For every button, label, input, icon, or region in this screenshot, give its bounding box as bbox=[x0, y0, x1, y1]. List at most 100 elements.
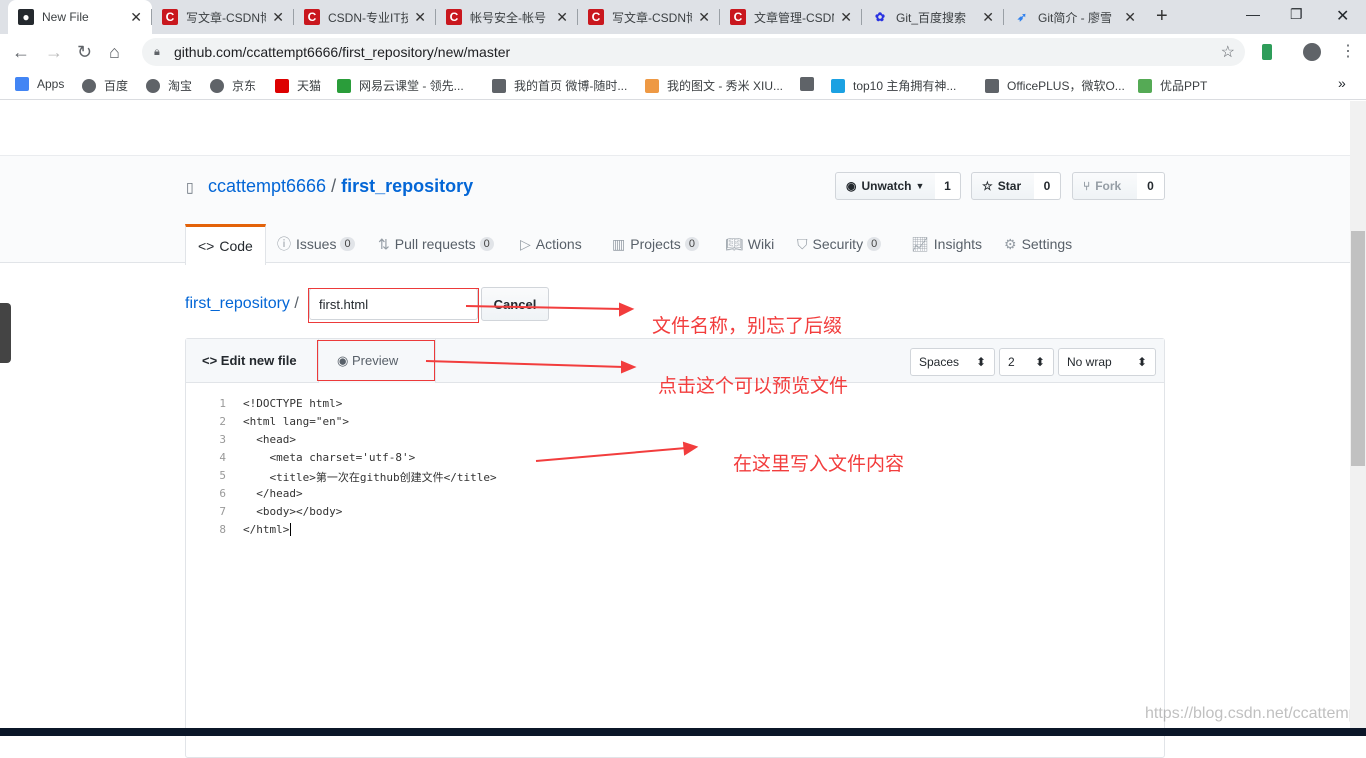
bookmark-icon bbox=[985, 78, 999, 93]
close-tab-icon[interactable]: ✕ bbox=[556, 9, 568, 26]
arrow-content bbox=[535, 447, 687, 462]
csdn-icon: C bbox=[588, 9, 604, 25]
github-page: ▯ ccattempt6666 / first_repository ◉ Unwa… bbox=[0, 101, 1362, 758]
close-tab-icon[interactable]: ✕ bbox=[272, 9, 284, 26]
bookmark-item[interactable] bbox=[800, 77, 822, 91]
bookmark-item[interactable]: 淘宝 bbox=[146, 77, 192, 94]
browser-tab[interactable]: C 文章管理-CSDN ✕ bbox=[720, 0, 862, 34]
tab-title: 帐号安全-帐号 bbox=[470, 10, 546, 25]
bookmark-item[interactable]: 京东 bbox=[210, 77, 256, 94]
bookmark-item[interactable]: 网易云课堂 - 领先... bbox=[337, 77, 464, 94]
side-handle[interactable] bbox=[0, 303, 11, 363]
bookmark-item[interactable]: 优品PPT bbox=[1138, 77, 1207, 94]
browser-tab[interactable]: ● New File ✕ bbox=[8, 0, 152, 34]
bookmark-label: 我的首页 微博-随时... bbox=[514, 79, 628, 93]
bookmark-icon bbox=[645, 78, 659, 93]
os-taskbar bbox=[0, 728, 1366, 736]
browser-tab-strip: ● New File ✕ C 写文章-CSDN博 ✕ C CSDN-专业IT技 ✕ C 帐号安全-帐… bbox=[0, 0, 1366, 34]
annotation-arrows bbox=[425, 302, 699, 462]
minimize-icon[interactable]: — bbox=[1246, 6, 1260, 22]
scrollbar-thumb[interactable] bbox=[1351, 231, 1365, 466]
bookmark-icon bbox=[210, 78, 224, 93]
bookmark-item[interactable]: top10 主角拥有神... bbox=[831, 77, 956, 94]
bookmark-icon bbox=[275, 78, 289, 93]
github-icon: ● bbox=[18, 9, 34, 25]
annotation-filename: 文件名称，别忘了后缀 bbox=[652, 316, 843, 337]
bookmark-item[interactable]: 天猫 bbox=[275, 77, 321, 94]
bookmark-label: Apps bbox=[37, 77, 65, 91]
close-tab-icon[interactable]: ✕ bbox=[982, 9, 994, 26]
tab-separator bbox=[861, 9, 862, 25]
more-bookmarks-icon[interactable]: » bbox=[1338, 75, 1346, 91]
bookmark-label: 天猫 bbox=[297, 79, 322, 93]
tab-title: New File bbox=[42, 10, 89, 24]
menu-kebab-icon[interactable]: ⋮ bbox=[1340, 41, 1356, 61]
home-icon[interactable]: ⌂ bbox=[109, 42, 120, 63]
arrow-preview bbox=[425, 360, 625, 368]
bookmark-icon bbox=[831, 78, 845, 93]
tab-separator bbox=[1003, 9, 1004, 25]
close-tab-icon[interactable]: ✕ bbox=[414, 9, 426, 26]
bookmark-label: OfficePLUS，微软O... bbox=[1007, 79, 1125, 93]
lock-icon: 🔒︎ bbox=[154, 45, 160, 58]
annotation-content: 在这里写入文件内容 bbox=[733, 454, 905, 475]
browser-toolbar: ← → ↻ ⌂ 🔒︎ github.com/ccattempt6666/firs… bbox=[0, 34, 1366, 70]
arrow-filename bbox=[465, 305, 623, 310]
reload-icon[interactable]: ↻ bbox=[77, 42, 92, 63]
bookmark-item[interactable]: OfficePLUS，微软O... bbox=[985, 77, 1125, 94]
tab-separator bbox=[435, 9, 436, 25]
profile-avatar-icon[interactable] bbox=[1303, 43, 1321, 61]
close-tab-icon[interactable]: ✕ bbox=[698, 9, 710, 26]
csdn-icon: C bbox=[446, 9, 462, 25]
bookmark-label: 百度 bbox=[104, 79, 129, 93]
csdn-icon: C bbox=[304, 9, 320, 25]
tab-title: Git简介 - 廖雪 bbox=[1038, 10, 1112, 25]
restore-icon[interactable]: ❐ bbox=[1290, 6, 1303, 23]
close-tab-icon[interactable]: ✕ bbox=[840, 9, 852, 26]
browser-tab[interactable]: C 写文章-CSDN博 ✕ bbox=[152, 0, 294, 34]
address-bar[interactable]: 🔒︎ github.com/ccattempt6666/first_reposi… bbox=[142, 38, 1245, 66]
tab-title: 文章管理-CSDN bbox=[754, 10, 835, 25]
bookmark-label: 我的图文 - 秀米 XIU... bbox=[667, 79, 784, 93]
back-icon[interactable]: ← bbox=[12, 42, 30, 63]
bookmark-label: 网易云课堂 - 领先... bbox=[359, 79, 464, 93]
bookmark-item[interactable]: Apps bbox=[15, 77, 64, 91]
browser-tab[interactable]: ➶ Git简介 - 廖雪 ✕ bbox=[1004, 0, 1146, 34]
browser-tab[interactable]: C 写文章-CSDN博 ✕ bbox=[578, 0, 720, 34]
bookmark-icon bbox=[15, 77, 29, 91]
close-tab-icon[interactable]: ✕ bbox=[130, 9, 142, 26]
tab-separator bbox=[151, 9, 152, 25]
tab-separator bbox=[293, 9, 294, 25]
close-window-icon[interactable]: ✕ bbox=[1336, 6, 1349, 26]
extension-icon[interactable] bbox=[1262, 44, 1272, 60]
baidu-icon: ✿ bbox=[874, 10, 886, 24]
browser-tab[interactable]: ✿ Git_百度搜索 ✕ bbox=[862, 0, 1004, 34]
browser-tab[interactable]: C CSDN-专业IT技 ✕ bbox=[294, 0, 436, 34]
tab-separator bbox=[577, 9, 578, 25]
browser-tab[interactable]: C 帐号安全-帐号 ✕ bbox=[436, 0, 578, 34]
bookmark-icon bbox=[82, 78, 96, 93]
bookmark-icon bbox=[337, 78, 351, 93]
watermark: https://blog.csdn.net/ccattempt bbox=[1145, 705, 1363, 722]
bookmark-icon bbox=[146, 78, 160, 93]
tab-title: 写文章-CSDN博 bbox=[612, 10, 693, 25]
close-tab-icon[interactable]: ✕ bbox=[1124, 9, 1136, 26]
bookmark-item[interactable]: 我的首页 微博-随时... bbox=[492, 77, 627, 94]
bookmark-label: 优品PPT bbox=[1160, 79, 1208, 93]
bookmark-label: 京东 bbox=[232, 79, 257, 93]
rocket-icon: ➶ bbox=[1016, 10, 1028, 24]
bookmark-star-icon[interactable]: ☆ bbox=[1221, 42, 1235, 62]
csdn-icon: C bbox=[162, 9, 178, 25]
forward-icon[interactable]: → bbox=[45, 42, 63, 63]
bookmark-label: 淘宝 bbox=[168, 79, 193, 93]
bookmark-item[interactable]: 百度 bbox=[82, 77, 128, 94]
bookmark-item[interactable]: 我的图文 - 秀米 XIU... bbox=[645, 77, 783, 94]
tab-title: Git_百度搜索 bbox=[896, 10, 967, 25]
bookmark-label: top10 主角拥有神... bbox=[853, 79, 957, 93]
bookmarks-bar: Apps 百度 淘宝 京东 天猫 网易云课堂 - 领先... 我的首页 微博-随时... 我的… bbox=[0, 70, 1366, 100]
bookmark-icon bbox=[492, 78, 506, 93]
annotation-preview: 点击这个可以预览文件 bbox=[658, 376, 849, 397]
new-tab-icon[interactable]: + bbox=[1156, 5, 1168, 28]
csdn-icon: C bbox=[730, 9, 746, 25]
tab-title: CSDN-专业IT技 bbox=[328, 10, 409, 25]
